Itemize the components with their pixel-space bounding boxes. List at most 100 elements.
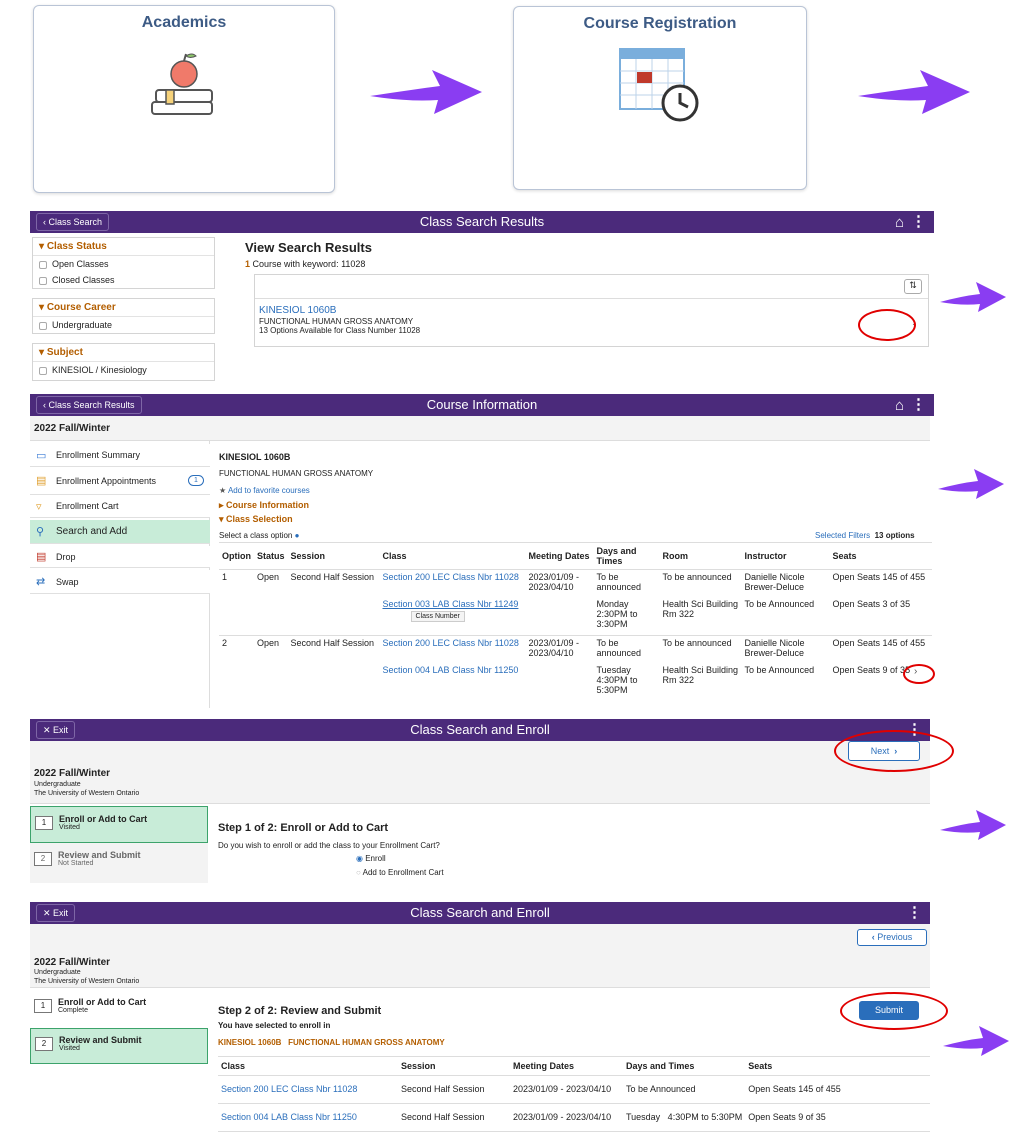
selected-filters[interactable]: Selected Filters 13 options bbox=[815, 531, 915, 540]
course-link[interactable]: KINESIOL 1060B bbox=[259, 305, 336, 316]
arrow-3-icon bbox=[940, 282, 1006, 312]
table-row[interactable]: Section 004 LAB Class Nbr 11250 Tuesday 4… bbox=[219, 663, 932, 703]
exit-button[interactable]: ✕ Exit bbox=[36, 904, 76, 922]
sidebar-item-enrollment-summary[interactable]: ▭ Enrollment Summary bbox=[30, 444, 210, 467]
course-information-toggle[interactable]: ▸ Course Information bbox=[219, 500, 309, 511]
info-icon: ● bbox=[294, 531, 300, 540]
class-link[interactable]: Section 200 LEC Class Nbr 11028 bbox=[380, 635, 526, 663]
enroll2-term-area: 2022 Fall/Winter Undergraduate The Unive… bbox=[30, 924, 930, 988]
search-results-back-button[interactable]: ‹ Class Search Results bbox=[36, 396, 142, 414]
appointment-icon: ▤ bbox=[36, 475, 47, 487]
more-icon[interactable]: ⋮ bbox=[907, 902, 922, 924]
col-seats: Seats bbox=[832, 550, 857, 561]
table-row[interactable]: 1 Open Second Half Session Section 200 LEC … bbox=[219, 569, 932, 597]
info-title: Course Information bbox=[426, 397, 538, 412]
step-1-item[interactable]: 1 Enroll or Add to Cart Visited bbox=[30, 806, 208, 843]
drop-icon: ▤ bbox=[36, 551, 47, 563]
course-name: FUNCTIONAL HUMAN GROSS ANATOMY bbox=[259, 317, 414, 326]
step-label: Enroll or Add to Cart bbox=[59, 814, 148, 824]
calendar-icon: ▭ bbox=[36, 449, 47, 462]
filter-class-status: ▾ Class Status Open Classes Closed Class… bbox=[32, 237, 215, 289]
table-row: Section 004 LAB Class Nbr 11250 Second Ha… bbox=[218, 1103, 930, 1131]
cell: To be announced bbox=[662, 637, 732, 648]
cart-icon: ▿ bbox=[36, 500, 42, 513]
review-table: Class Session Meeting Dates Days and Tim… bbox=[218, 1056, 930, 1132]
radio-add-to-cart[interactable]: ○ Add to Enrollment Cart bbox=[356, 868, 444, 877]
class-selection-toggle[interactable]: ▾ Class Selection bbox=[219, 514, 293, 525]
selected-course: KINESIOL 1060B FUNCTIONAL HUMAN GROSS AN… bbox=[218, 1038, 445, 1047]
cell: To be announced bbox=[596, 571, 642, 592]
cell: To be announced bbox=[596, 637, 642, 658]
filter-kinesiol[interactable]: KINESIOL / Kinesiology bbox=[33, 362, 214, 378]
results-panel: ⇅ KINESIOL 1060B FUNCTIONAL HUMAN GROSS … bbox=[254, 274, 929, 347]
academics-title: Academics bbox=[141, 14, 227, 31]
favorite-link[interactable]: ★ Add to favorite courses bbox=[219, 486, 310, 495]
class-search-back-button[interactable]: ‹ Class Search bbox=[36, 213, 110, 231]
highlight-circle bbox=[840, 992, 948, 1030]
term-bar: 2022 Fall/Winter bbox=[30, 416, 930, 441]
sidebar-item-swap[interactable]: ⇄ Swap bbox=[30, 570, 210, 594]
course-registration-tile[interactable]: Course Registration bbox=[513, 6, 807, 190]
cell: To be announced bbox=[662, 571, 732, 582]
cell: Second Half Session bbox=[290, 571, 375, 582]
cell: 2023/01/09 - 2023/04/10 bbox=[513, 1112, 612, 1122]
home-icon[interactable]: ⌂ bbox=[895, 395, 904, 417]
filter-heading[interactable]: ▾ Class Status bbox=[33, 238, 214, 256]
step-status: Complete bbox=[58, 1007, 88, 1014]
cell: 2023/01/09 - 2023/04/10 bbox=[528, 571, 580, 592]
cell: Second Half Session bbox=[401, 1084, 485, 1094]
class-link[interactable]: Section 200 LEC Class Nbr 11028 bbox=[380, 569, 526, 597]
more-icon[interactable]: ⋮ bbox=[911, 211, 926, 233]
step1-heading: Step 1 of 2: Enroll or Add to Cart bbox=[218, 822, 389, 834]
filter-heading[interactable]: ▾ Subject bbox=[33, 344, 214, 362]
exit-button[interactable]: ✕ Exit bbox=[36, 721, 76, 739]
step-2-item[interactable]: 2 Review and Submit Visited bbox=[30, 1028, 208, 1064]
filter-closed[interactable]: Closed Classes bbox=[33, 272, 214, 288]
class-link[interactable]: Section 004 LAB Class Nbr 11250 bbox=[380, 663, 526, 703]
registration-title: Course Registration bbox=[583, 15, 737, 32]
results-count: 1 Course with keyword: 11028 bbox=[245, 259, 366, 269]
academics-tile[interactable]: Academics bbox=[33, 5, 335, 193]
col-times: Days and Times bbox=[626, 1060, 695, 1071]
enroll2-header-bar: ✕ Exit Class Search and Enroll ⋮ bbox=[30, 902, 930, 924]
filter-open[interactable]: Open Classes bbox=[33, 256, 214, 272]
cell bbox=[219, 597, 254, 635]
arrow-5-icon bbox=[940, 810, 1006, 840]
appointment-badge: 1 bbox=[188, 475, 204, 486]
cell: Health Sci Building Rm 322 bbox=[662, 665, 739, 685]
more-icon[interactable]: ⋮ bbox=[911, 394, 926, 416]
previous-button[interactable]: ‹ Previous bbox=[857, 929, 927, 946]
sidebar-item-search-and-add[interactable]: ⚲ Search and Add bbox=[30, 520, 210, 544]
cell bbox=[526, 663, 594, 703]
term-label: 2022 Fall/Winter bbox=[34, 423, 111, 434]
sidebar-item-enrollment-appointments[interactable]: ▤ Enrollment Appointments 1 bbox=[30, 467, 210, 495]
arrow-6-icon bbox=[943, 1026, 1009, 1056]
table-row[interactable]: Section 003 LAB Class Nbr 11249 Class Num… bbox=[219, 597, 932, 635]
sidebar-item-enrollment-cart[interactable]: ▿ Enrollment Cart bbox=[30, 495, 210, 518]
filter-undergraduate[interactable]: Undergraduate bbox=[33, 317, 214, 333]
class-link[interactable]: Section 200 LEC Class Nbr 11028 bbox=[218, 1075, 398, 1103]
class-cell: Section 003 LAB Class Nbr 11249 Class Num… bbox=[380, 597, 526, 635]
sidebar-item-drop[interactable]: ▤ Drop bbox=[30, 546, 210, 568]
col-session: Session bbox=[290, 550, 326, 561]
cell: Danielle Nicole Brewer-Deluce bbox=[744, 637, 805, 658]
col-option: Option bbox=[222, 550, 251, 561]
col-instructor: Instructor bbox=[744, 550, 787, 561]
class-link[interactable]: Section 004 LAB Class Nbr 11250 bbox=[218, 1103, 398, 1131]
class-options-table: Option Status Session Class Meeting Date… bbox=[219, 542, 932, 708]
table-row[interactable]: 2 Open Second Half Session Section 200 LEC … bbox=[219, 635, 932, 663]
radio-enroll[interactable]: ◉ Enroll bbox=[356, 854, 386, 863]
class-link[interactable]: Section 003 LAB Class Nbr 11249 bbox=[383, 599, 519, 609]
cell: Open bbox=[257, 571, 280, 582]
step1-question: Do you wish to enroll or add the class t… bbox=[218, 841, 440, 850]
step-1-item[interactable]: 1 Enroll or Add to Cart Complete bbox=[30, 992, 208, 1026]
step-2-item[interactable]: 2 Review and Submit Not Started bbox=[30, 843, 208, 883]
filter-heading[interactable]: ▾ Course Career bbox=[33, 299, 214, 317]
cell: 2023/01/09 - 2023/04/10 bbox=[528, 637, 580, 658]
results-heading: View Search Results bbox=[245, 240, 372, 255]
sort-icon[interactable]: ⇅ bbox=[904, 279, 922, 294]
step-status: Not Started bbox=[58, 860, 94, 867]
col-room: Room bbox=[662, 550, 689, 561]
home-icon[interactable]: ⌂ bbox=[895, 212, 904, 234]
enroll1-title: Class Search and Enroll bbox=[410, 722, 550, 737]
